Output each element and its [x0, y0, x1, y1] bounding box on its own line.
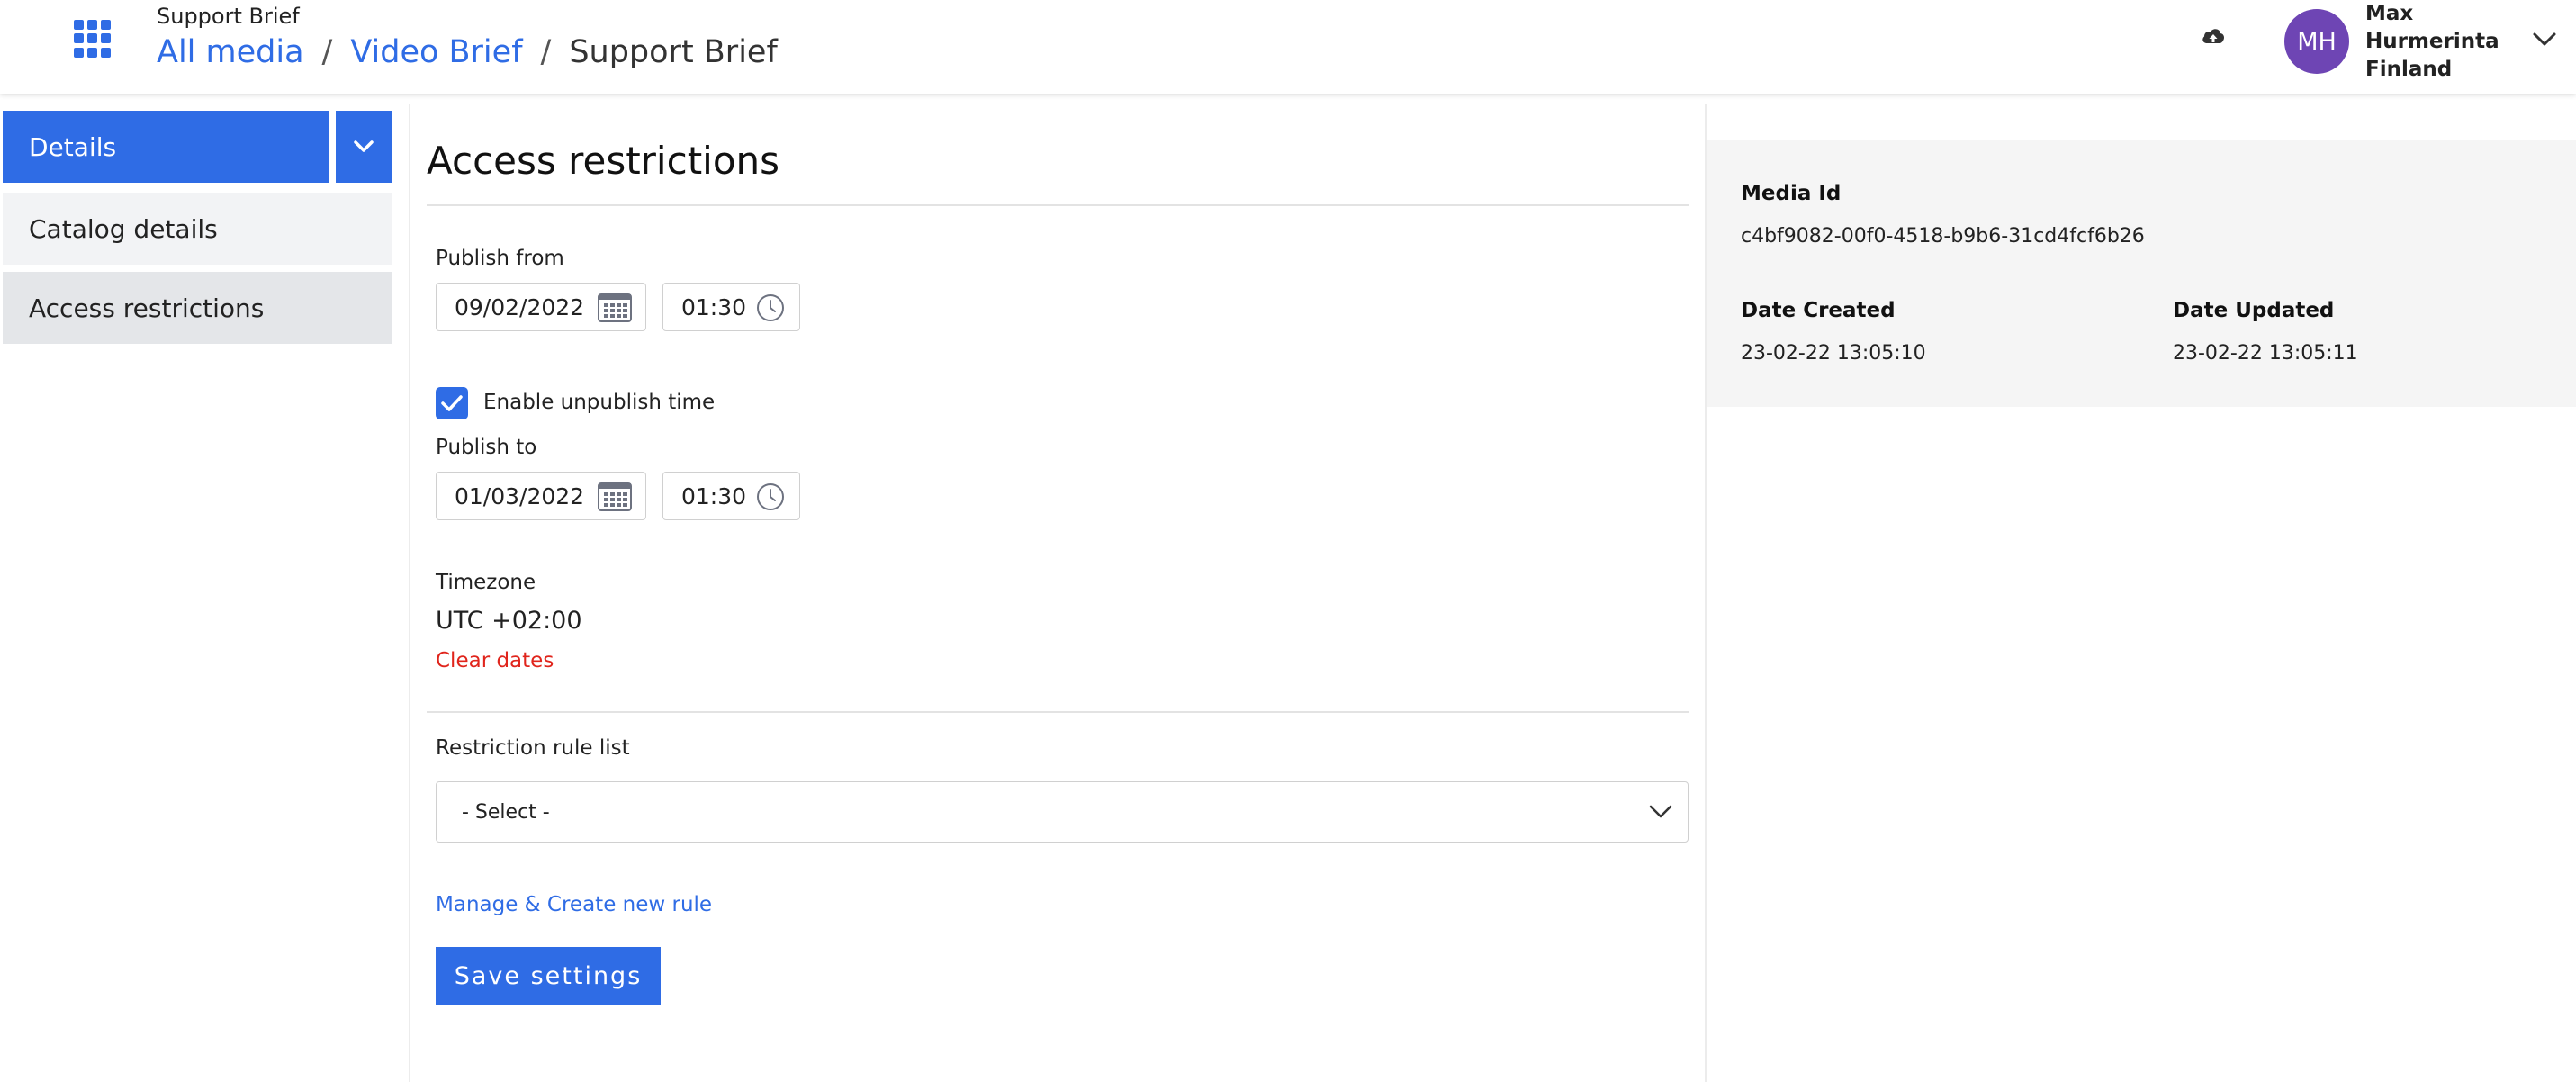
breadcrumb-current: Support Brief — [569, 34, 778, 70]
date-updated-label: Date Updated — [2173, 299, 2335, 322]
calendar-icon[interactable] — [597, 293, 633, 323]
enable-unpublish-checkbox[interactable] — [436, 387, 468, 419]
enable-unpublish-label[interactable]: Enable unpublish time — [483, 391, 715, 414]
publish-to-time-value: 01:30 — [681, 482, 747, 509]
breadcrumb-separator: / — [321, 34, 333, 70]
date-updated-value: 23-02-22 13:05:11 — [2173, 342, 2358, 365]
publish-to-time-input[interactable]: 01:30 — [662, 472, 800, 520]
publish-to-label: Publish to — [436, 436, 537, 459]
sidebar-item-catalog-details[interactable]: Catalog details — [3, 193, 392, 265]
publish-from-time-input[interactable]: 01:30 — [662, 283, 800, 331]
chevron-down-icon[interactable] — [2531, 31, 2558, 49]
breadcrumb-separator: / — [540, 34, 552, 70]
media-id-value: c4bf9082-00f0-4518-b9b6-31cd4fcf6b26 — [1741, 225, 2145, 248]
publish-from-time-value: 01:30 — [681, 293, 747, 320]
chevron-down-icon — [1649, 805, 1672, 818]
timezone-value: UTC +02:00 — [436, 607, 582, 635]
avatar[interactable]: MH — [2284, 9, 2349, 74]
breadcrumb: All media / Video Brief / Support Brief — [157, 34, 778, 70]
details-toggle-button[interactable] — [336, 111, 392, 183]
restriction-rule-select[interactable]: - Select - — [436, 781, 1689, 843]
user-last-name: Hurmerinta — [2365, 30, 2499, 53]
publish-from-label: Publish from — [436, 247, 564, 270]
restriction-rule-selected: - Select - — [462, 800, 550, 824]
publish-from-date-value: 09/02/2022 — [455, 293, 585, 320]
details-button[interactable]: Details — [3, 111, 329, 183]
page-title: Access restrictions — [427, 139, 780, 183]
timezone-label: Timezone — [436, 571, 536, 594]
publish-to-date-input[interactable]: 01/03/2022 — [436, 472, 646, 520]
info-panel-divider — [1705, 104, 1707, 1082]
save-settings-button[interactable]: Save settings — [436, 947, 661, 1005]
clock-icon[interactable] — [756, 482, 785, 511]
upload-cloud-icon[interactable] — [2200, 23, 2227, 50]
date-created-value: 23-02-22 13:05:10 — [1741, 342, 1926, 365]
publish-from-date-input[interactable]: 09/02/2022 — [436, 283, 646, 331]
sidebar-divider — [409, 104, 410, 1082]
divider — [427, 204, 1689, 206]
chevron-down-icon — [354, 140, 374, 152]
restriction-rule-label: Restriction rule list — [436, 736, 630, 760]
user-first-name: Max — [2365, 2, 2414, 25]
clock-icon[interactable] — [756, 293, 785, 322]
date-created-label: Date Created — [1741, 299, 1896, 322]
sidebar-item-access-restrictions[interactable]: Access restrictions — [3, 272, 392, 344]
user-country: Finland — [2365, 58, 2453, 81]
user-info[interactable]: Max Hurmerinta Finland — [2365, 0, 2499, 84]
divider — [427, 711, 1689, 713]
breadcrumb-video-brief[interactable]: Video Brief — [350, 34, 522, 70]
publish-to-date-value: 01/03/2022 — [455, 482, 585, 509]
clear-dates-link[interactable]: Clear dates — [436, 649, 554, 672]
app-title: Support Brief — [157, 4, 300, 29]
breadcrumb-all-media[interactable]: All media — [157, 34, 304, 70]
media-id-label: Media Id — [1741, 182, 1842, 205]
apps-grid-icon[interactable] — [74, 20, 112, 58]
media-info-panel: Media Id c4bf9082-00f0-4518-b9b6-31cd4fc… — [1707, 140, 2576, 407]
manage-rules-link[interactable]: Manage & Create new rule — [436, 893, 712, 916]
calendar-icon[interactable] — [597, 482, 633, 512]
checkmark-icon — [441, 395, 463, 411]
